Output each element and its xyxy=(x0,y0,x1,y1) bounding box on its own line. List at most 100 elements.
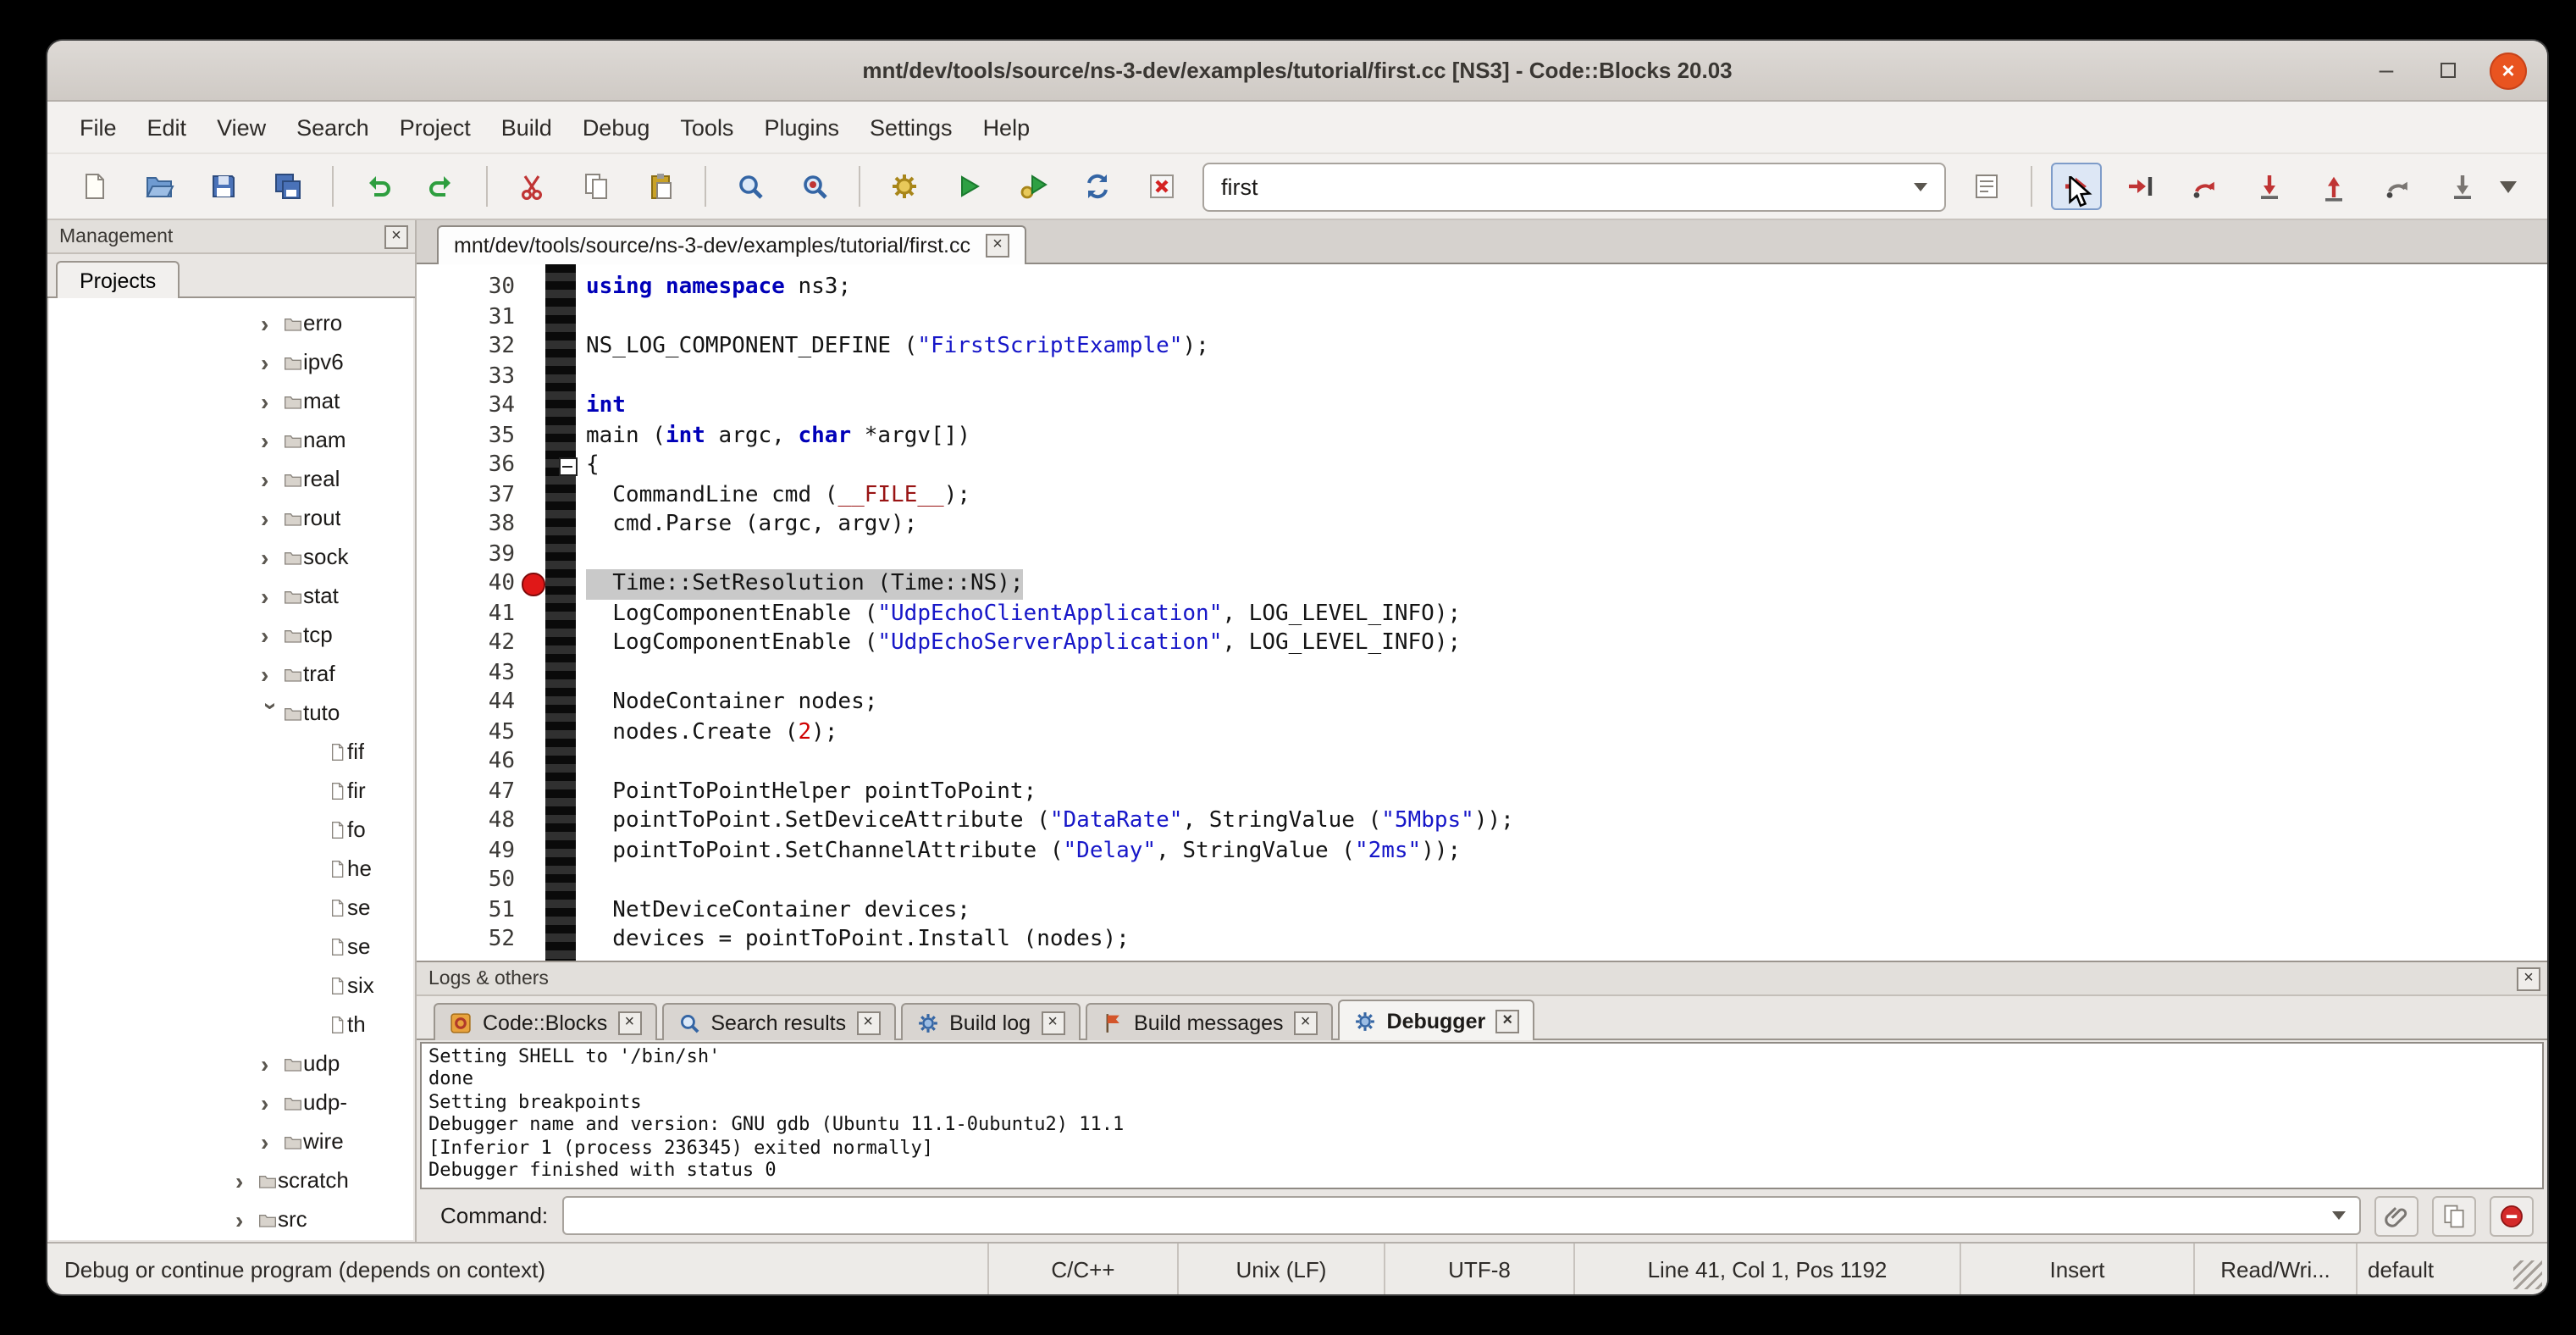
menu-help[interactable]: Help xyxy=(968,108,1046,147)
code-line-51[interactable]: 51 NetDeviceContainer devices; xyxy=(417,895,2547,925)
fold-marker[interactable] xyxy=(559,457,577,475)
chevron-collapsed-icon[interactable]: › xyxy=(261,660,283,687)
undo-button[interactable] xyxy=(352,163,403,210)
chevron-collapsed-icon[interactable]: › xyxy=(261,582,283,609)
open-file-button[interactable] xyxy=(134,163,185,210)
tree-item-six[interactable]: six xyxy=(49,966,413,1005)
chevron-collapsed-icon[interactable]: › xyxy=(261,309,283,336)
menu-file[interactable]: File xyxy=(64,108,132,147)
tree-item-udp[interactable]: ›udp xyxy=(49,1044,413,1083)
tree-item-se[interactable]: se xyxy=(49,888,413,927)
code-line-35[interactable]: 35main (int argc, char *argv[]) xyxy=(417,421,2547,451)
step-into-button[interactable] xyxy=(2244,163,2295,210)
code-line-43[interactable]: 43 xyxy=(417,658,2547,688)
code-line-49[interactable]: 49 pointToPoint.SetChannelAttribute ("De… xyxy=(417,836,2547,866)
save-all-button[interactable] xyxy=(263,163,313,210)
tree-item-tcp[interactable]: ›tcp xyxy=(49,615,413,654)
menu-project[interactable]: Project xyxy=(384,108,486,147)
log-tab-close-button[interactable]: × xyxy=(1041,1011,1064,1034)
copy-log-button[interactable] xyxy=(2432,1195,2476,1236)
cut-button[interactable] xyxy=(506,163,557,210)
code-line-42[interactable]: 42 LogComponentEnable ("UdpEchoServerApp… xyxy=(417,629,2547,658)
title-bar[interactable]: mnt/dev/tools/source/ns-3-dev/examples/t… xyxy=(47,41,2547,102)
code-editor[interactable]: 30using namespace ns3;3132NS_LOG_COMPONE… xyxy=(417,264,2547,961)
tree-item-ipv6[interactable]: ›ipv6 xyxy=(49,342,413,381)
tree-item-real[interactable]: ›real xyxy=(49,459,413,498)
command-input[interactable] xyxy=(561,1196,2361,1235)
tree-item-fir[interactable]: fir xyxy=(49,771,413,810)
attach-button[interactable] xyxy=(2374,1195,2418,1236)
replace-button[interactable] xyxy=(789,163,840,210)
code-line-45[interactable]: 45 nodes.Create (2); xyxy=(417,717,2547,747)
tree-item-wire[interactable]: ›wire xyxy=(49,1122,413,1161)
menu-build[interactable]: Build xyxy=(486,108,567,147)
debug-continue-button[interactable] xyxy=(2051,163,2102,210)
tree-item-erro[interactable]: ›erro xyxy=(49,303,413,342)
chevron-collapsed-icon[interactable]: › xyxy=(261,387,283,414)
logs-close-button[interactable]: × xyxy=(2517,967,2540,990)
step-into-instruction-button[interactable] xyxy=(2437,163,2488,210)
chevron-collapsed-icon[interactable]: › xyxy=(261,348,283,375)
menu-search[interactable]: Search xyxy=(281,108,384,147)
code-line-41[interactable]: 41 LogComponentEnable ("UdpEchoClientApp… xyxy=(417,599,2547,629)
code-line-40[interactable]: 40 Time::SetResolution (Time::NS); xyxy=(417,569,2547,599)
code-line-36[interactable]: 36{ xyxy=(417,451,2547,480)
tree-item-fif[interactable]: fif xyxy=(49,732,413,771)
code-line-31[interactable]: 31 xyxy=(417,302,2547,332)
log-tab-close-button[interactable]: × xyxy=(856,1011,880,1034)
tab-projects[interactable]: Projects xyxy=(56,261,180,298)
tree-item-se[interactable]: se xyxy=(49,927,413,966)
chevron-collapsed-icon[interactable]: › xyxy=(235,1166,257,1194)
tree-item-scratch[interactable]: ›scratch xyxy=(49,1161,413,1199)
close-button[interactable]: × xyxy=(2490,52,2527,89)
abort-build-button[interactable] xyxy=(1136,163,1187,210)
code-line-30[interactable]: 30using namespace ns3; xyxy=(417,273,2547,302)
tree-item-sock[interactable]: ›sock xyxy=(49,537,413,576)
tree-item-stat[interactable]: ›stat xyxy=(49,576,413,615)
chevron-collapsed-icon[interactable]: › xyxy=(261,504,283,531)
log-tab-close-button[interactable]: × xyxy=(617,1011,641,1034)
code-line-46[interactable]: 46 xyxy=(417,747,2547,777)
next-line-button[interactable] xyxy=(2180,163,2231,210)
tree-item-th[interactable]: th xyxy=(49,1005,413,1044)
build-and-run-button[interactable] xyxy=(1008,163,1059,210)
log-tab-close-button[interactable]: × xyxy=(1294,1011,1318,1034)
tree-item-udp[interactable]: ›udp- xyxy=(49,1083,413,1122)
tree-item-fo[interactable]: fo xyxy=(49,810,413,849)
save-file-button[interactable] xyxy=(198,163,249,210)
code-line-37[interactable]: 37 CommandLine cmd (__FILE__); xyxy=(417,480,2547,510)
toolbar-overflow-chevron-icon[interactable] xyxy=(2500,180,2517,192)
tree-item-src[interactable]: ›src xyxy=(49,1199,413,1238)
code-line-48[interactable]: 48 pointToPoint.SetDeviceAttribute ("Dat… xyxy=(417,806,2547,836)
log-tab-build-log[interactable]: Build log× xyxy=(900,1003,1080,1040)
management-close-button[interactable]: × xyxy=(384,224,408,248)
tree-item-mat[interactable]: ›mat xyxy=(49,381,413,420)
code-line-34[interactable]: 34int xyxy=(417,391,2547,421)
run-to-cursor-button[interactable] xyxy=(2115,163,2166,210)
menu-settings[interactable]: Settings xyxy=(854,108,968,147)
build-target-combo[interactable]: first xyxy=(1202,162,1946,211)
menu-tools[interactable]: Tools xyxy=(665,108,749,147)
code-line-47[interactable]: 47 PointToPointHelper pointToPoint; xyxy=(417,777,2547,806)
resize-grip[interactable] xyxy=(2513,1260,2542,1289)
chevron-collapsed-icon[interactable]: › xyxy=(261,1088,283,1116)
log-tab-search-results[interactable]: Search results× xyxy=(661,1003,895,1040)
stop-debugger-button[interactable] xyxy=(2490,1195,2534,1236)
log-tab-build-messages[interactable]: Build messages× xyxy=(1085,1003,1333,1040)
log-tab-code-blocks[interactable]: Code::Blocks× xyxy=(434,1003,656,1040)
editor-tab-first-cc[interactable]: mnt/dev/tools/source/ns-3-dev/examples/t… xyxy=(437,225,1026,264)
breakpoint-marker[interactable] xyxy=(522,573,544,595)
chevron-collapsed-icon[interactable]: › xyxy=(235,1205,257,1233)
find-button[interactable] xyxy=(725,163,776,210)
menu-debug[interactable]: Debug xyxy=(567,108,666,147)
paste-button[interactable] xyxy=(635,163,686,210)
code-line-33[interactable]: 33 xyxy=(417,362,2547,391)
chevron-collapsed-icon[interactable]: › xyxy=(261,543,283,570)
menu-plugins[interactable]: Plugins xyxy=(749,108,854,147)
chevron-collapsed-icon[interactable]: › xyxy=(261,465,283,492)
new-file-button[interactable] xyxy=(69,163,120,210)
chevron-collapsed-icon[interactable]: › xyxy=(261,1127,283,1155)
rebuild-button[interactable] xyxy=(1072,163,1123,210)
tree-item-tuto[interactable]: ›tuto xyxy=(49,693,413,732)
chevron-expanded-icon[interactable]: › xyxy=(258,701,285,723)
